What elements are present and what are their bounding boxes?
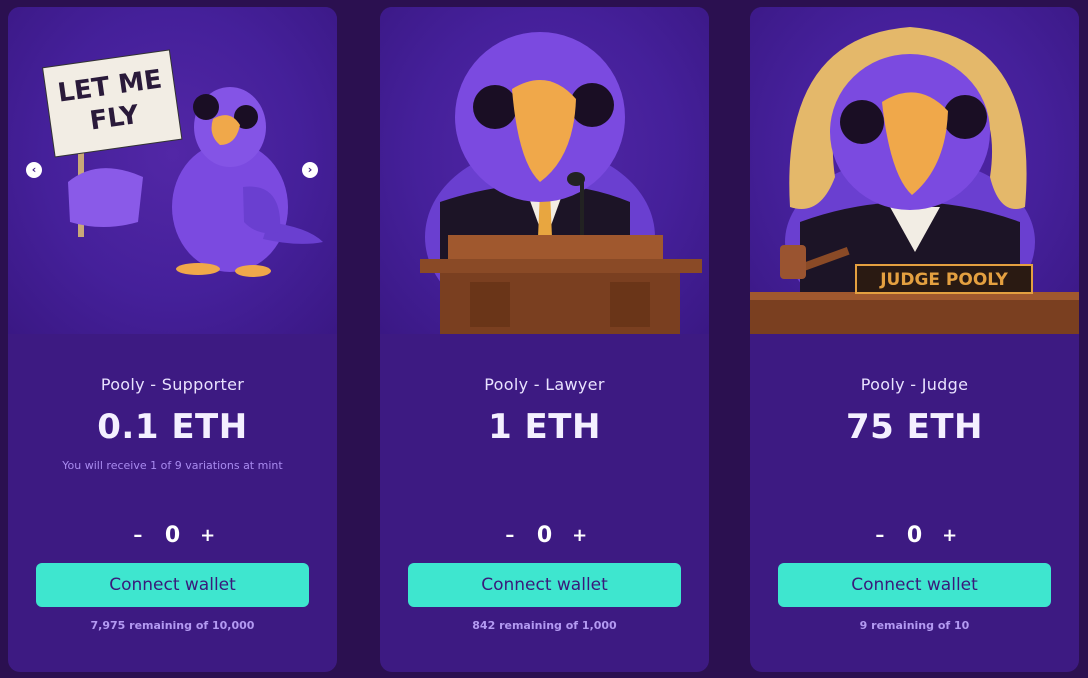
- connect-wallet-button[interactable]: Connect wallet: [778, 563, 1051, 607]
- carousel-next-button[interactable]: ›: [302, 162, 318, 178]
- quantity-value: 0: [536, 523, 553, 548]
- nft-price: 75 ETH: [845, 407, 984, 447]
- lawyer-artwork: [380, 7, 709, 334]
- remaining-count: 842 remaining of 1,000: [472, 619, 617, 632]
- nft-name: Pooly - Judge: [860, 375, 969, 394]
- page: LET ME FLY ‹ › Pooly - Supporter 0.1 ETH…: [0, 0, 1088, 678]
- carousel-prev-button[interactable]: ‹: [26, 162, 42, 178]
- quantity-value: 0: [164, 523, 181, 548]
- pooly-supporter-image: LET ME FLY: [42, 49, 323, 277]
- pooly-judge-image: JUDGE POOLY: [750, 27, 1079, 334]
- card-judge: JUDGE POOLY Pooly - Judge 75 ETH – 0 + C…: [750, 7, 1079, 672]
- remaining-count: 9 remaining of 10: [859, 619, 970, 632]
- increment-button[interactable]: +: [200, 525, 215, 546]
- decrement-button[interactable]: –: [131, 525, 145, 546]
- nft-price: 0.1 ETH: [97, 407, 248, 447]
- nft-price: 1 ETH: [488, 407, 601, 447]
- increment-button[interactable]: +: [572, 525, 587, 546]
- decrement-button[interactable]: –: [503, 525, 517, 546]
- judge-artwork: JUDGE POOLY: [750, 7, 1079, 334]
- nft-name: Pooly - Supporter: [100, 375, 245, 394]
- quantity-value: 0: [906, 523, 923, 548]
- variation-note: You will receive 1 of 9 variations at mi…: [62, 459, 283, 472]
- remaining-count: 7,975 remaining of 10,000: [90, 619, 255, 632]
- pooly-lawyer-image: [420, 32, 702, 334]
- quantity-stepper: – 0 +: [750, 523, 1079, 548]
- card-lawyer: Pooly - Lawyer 1 ETH – 0 + Connect walle…: [380, 7, 709, 672]
- supporter-artwork: LET ME FLY ‹ ›: [8, 7, 337, 334]
- connect-wallet-button[interactable]: Connect wallet: [36, 563, 309, 607]
- quantity-stepper: – 0 +: [8, 523, 337, 548]
- card-supporter: LET ME FLY ‹ › Pooly - Supporter 0.1 ETH…: [8, 7, 337, 672]
- decrement-button[interactable]: –: [873, 525, 887, 546]
- increment-button[interactable]: +: [942, 525, 957, 546]
- connect-wallet-button[interactable]: Connect wallet: [408, 563, 681, 607]
- nft-name: Pooly - Lawyer: [484, 375, 605, 394]
- quantity-stepper: – 0 +: [380, 523, 709, 548]
- nameplate-text: JUDGE POOLY: [879, 270, 1008, 290]
